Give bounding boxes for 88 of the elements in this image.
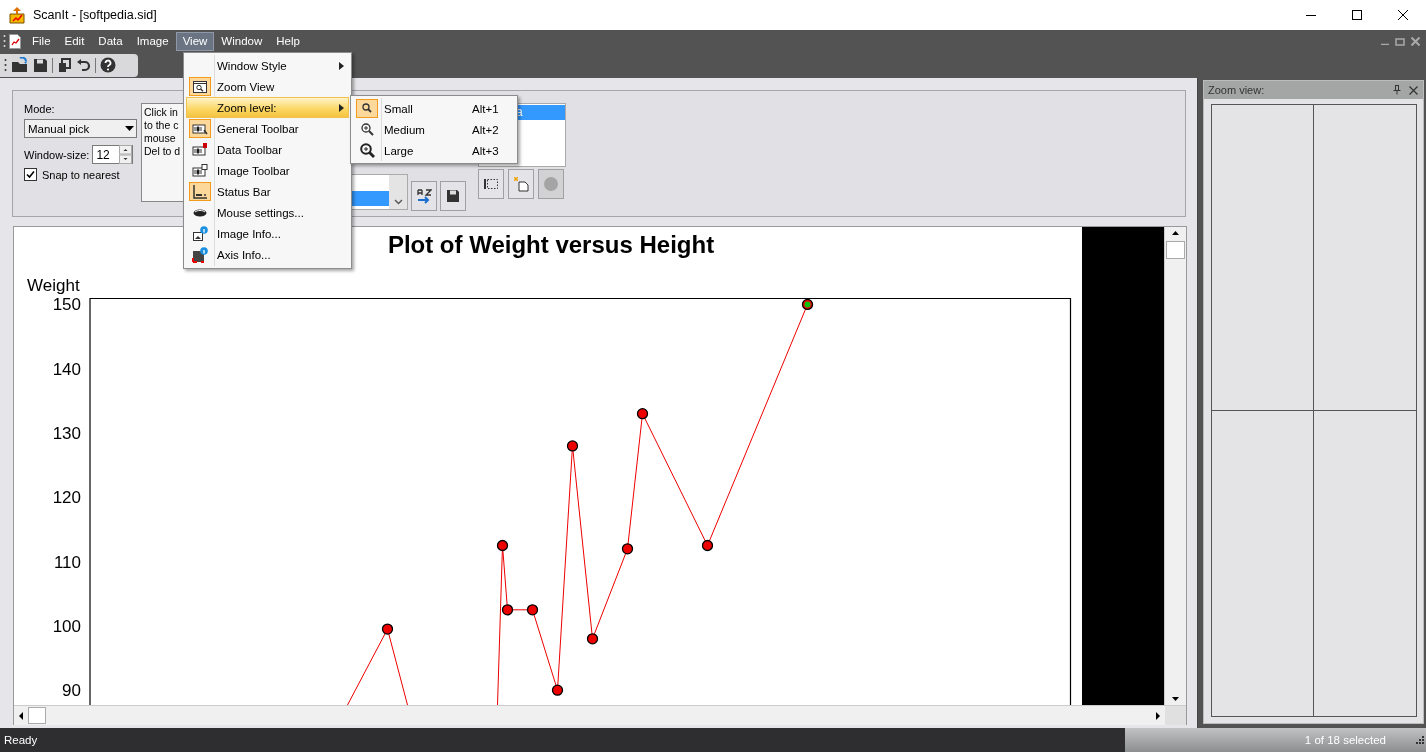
tick-label: 120 <box>52 488 81 508</box>
document-icon <box>9 33 21 49</box>
data-point[interactable] <box>701 539 714 552</box>
resize-grip-icon[interactable] <box>1416 736 1424 744</box>
menu-item[interactable]: Axis Info... <box>186 244 349 265</box>
menu-item[interactable]: Window Style <box>186 55 349 76</box>
zoom-icon <box>359 122 375 137</box>
select-button[interactable] <box>478 169 504 199</box>
panel-title: Zoom view: <box>1208 84 1265 96</box>
image-info-icon <box>192 225 208 242</box>
scroll-thumb[interactable] <box>1166 241 1185 259</box>
hint-line: Click in <box>144 106 178 119</box>
field-label: Mode: <box>24 103 56 115</box>
data-point[interactable] <box>636 408 649 420</box>
vertical-scrollbar[interactable] <box>1164 227 1186 705</box>
spin-arrows-icon[interactable] <box>119 145 133 164</box>
pin-icon[interactable] <box>1393 85 1401 95</box>
mode-dropdown[interactable]: Manual pick <box>24 119 137 138</box>
menu-item[interactable]: Status Bar <box>186 181 349 202</box>
mouse-icon <box>193 208 207 217</box>
status-text: 1 of 18 selected <box>1304 734 1386 746</box>
status-text: Ready <box>3 733 39 748</box>
chart-title: Plot of Weight versus Height <box>387 231 715 258</box>
menu-item[interactable]: Image Toolbar <box>186 160 349 181</box>
hint-line: to the c <box>144 119 179 132</box>
data-point[interactable] <box>586 633 599 645</box>
data-point[interactable] <box>501 604 514 616</box>
copy-icon[interactable] <box>57 57 72 73</box>
caret-icon <box>125 125 134 132</box>
grip-icon[interactable] <box>3 34 6 48</box>
menu-item[interactable]: Zoom View <box>186 76 349 97</box>
toolbar-icon <box>192 141 208 158</box>
sort-button[interactable] <box>411 181 437 211</box>
app-icon <box>8 6 26 24</box>
checkbox-label: Snap to nearest <box>42 168 120 181</box>
data-point[interactable] <box>566 440 579 452</box>
menu-item[interactable]: View <box>175 31 215 51</box>
help-icon[interactable] <box>100 57 116 73</box>
menu-item[interactable]: File <box>25 31 58 51</box>
tick-label: 150 <box>52 295 81 315</box>
menu-item[interactable]: Edit <box>57 31 92 51</box>
data-point[interactable] <box>381 623 394 635</box>
toolbar-icon <box>192 162 208 179</box>
menu-item[interactable]: Image <box>129 31 176 51</box>
zoom-icon <box>359 143 375 158</box>
hint-line: Del to d <box>144 145 181 158</box>
data-point[interactable] <box>526 604 539 616</box>
horizontal-scrollbar[interactable] <box>14 705 1186 725</box>
data-point[interactable] <box>551 684 564 696</box>
save-button[interactable] <box>440 181 466 211</box>
hint-line: mouse <box>144 132 176 145</box>
status-bar-icon <box>192 183 208 200</box>
undo-icon[interactable] <box>76 57 91 73</box>
scroll-thumb[interactable] <box>28 707 46 724</box>
axis-info-icon <box>192 246 208 263</box>
axis-title: Weight <box>27 276 80 295</box>
data-point[interactable] <box>496 539 509 552</box>
menu-item[interactable]: Large Alt+3 <box>353 140 515 161</box>
tick-label: 90 <box>62 681 81 701</box>
window-size-field[interactable]: 12 <box>92 145 134 164</box>
menu-item[interactable]: Image Info... <box>186 223 349 244</box>
sort-icon[interactable] <box>416 188 432 204</box>
save-icon[interactable] <box>33 57 48 73</box>
menu-item[interactable]: Window <box>214 31 270 51</box>
select-icon[interactable] <box>483 176 499 192</box>
menu-item[interactable]: Medium Alt+2 <box>353 119 515 140</box>
maximize-icon[interactable] <box>1352 10 1362 20</box>
menu-item[interactable]: General Toolbar <box>186 118 349 139</box>
menu-item[interactable]: Help <box>269 31 307 51</box>
window-title: ScanIt - [softpedia.sid] <box>33 8 157 22</box>
menu-item[interactable]: Data Toolbar <box>186 139 349 160</box>
data-point[interactable] <box>621 543 634 555</box>
menu-item[interactable]: Data <box>91 31 130 51</box>
menu-item[interactable]: Zoom level: <box>186 97 349 118</box>
grip-icon[interactable] <box>4 58 7 72</box>
field-label: Window-size: <box>24 148 90 161</box>
close-icon[interactable] <box>1398 10 1408 20</box>
zoom-window-icon <box>192 78 208 95</box>
restore-icon[interactable] <box>1395 36 1405 46</box>
tick-label: 140 <box>52 359 81 379</box>
tick-label: 100 <box>52 616 81 636</box>
save-icon[interactable] <box>445 188 461 204</box>
checkbox[interactable] <box>24 168 37 181</box>
add-point-icon[interactable] <box>513 176 529 192</box>
menu-item[interactable]: Mouse settings... <box>186 202 349 223</box>
tick-label: 110 <box>53 552 81 572</box>
tick-label: 130 <box>52 424 81 443</box>
open-folder-icon[interactable] <box>11 57 29 73</box>
